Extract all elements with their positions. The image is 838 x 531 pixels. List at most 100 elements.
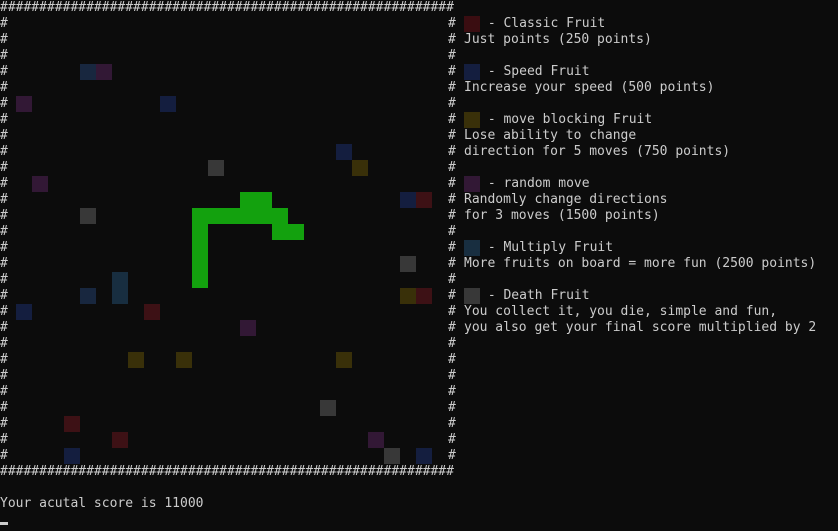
wall-char: # [448, 48, 456, 63]
speed-fruit [400, 192, 416, 208]
random-fruit-desc-2: for 3 moves (1500 points) [464, 208, 660, 223]
wall-char: # [0, 48, 8, 63]
wall-char: # [448, 272, 456, 287]
classic-fruit [112, 432, 128, 448]
wall-char: # [0, 320, 8, 335]
wall-char: # [0, 368, 8, 383]
random-fruit [16, 96, 32, 112]
wall-char: # [0, 208, 8, 223]
speed-fruit [80, 288, 96, 304]
wall-char: # [448, 288, 456, 303]
block-fruit [336, 352, 352, 368]
terminal-window: ########################################… [0, 0, 838, 531]
board-top-wall: ########################################… [0, 0, 454, 15]
snake-segment [192, 208, 288, 224]
speed-fruit-swatch [464, 64, 480, 80]
block-fruit [400, 288, 416, 304]
speed-fruit [416, 448, 432, 464]
wall-char: # [0, 128, 8, 143]
wall-char: # [448, 224, 456, 239]
wall-char: # [448, 160, 456, 175]
wall-char: # [448, 432, 456, 447]
wall-char: # [448, 368, 456, 383]
wall-char: # [448, 384, 456, 399]
speed-fruit [336, 144, 352, 160]
death-fruit-desc-2: you also get your final score multiplied… [464, 320, 817, 335]
speed-fruit [160, 96, 176, 112]
wall-char: # [0, 416, 8, 431]
block-fruit-desc-2: direction for 5 moves (750 points) [464, 144, 731, 159]
wall-char: # [448, 64, 456, 79]
classic-fruit-swatch [464, 16, 480, 32]
multiply-fruit [112, 272, 128, 288]
random-fruit [368, 432, 384, 448]
board-bottom-wall: ########################################… [0, 464, 454, 479]
snake-segment [272, 224, 304, 240]
wall-char: # [0, 384, 8, 399]
wall-char: # [448, 32, 456, 47]
death-fruit-desc-1: You collect it, you die, simple and fun, [464, 304, 778, 319]
wall-char: # [0, 112, 8, 127]
random-fruit-title: - random move [480, 176, 590, 191]
random-fruit-swatch [464, 176, 480, 192]
death-fruit-swatch [464, 288, 480, 304]
classic-fruit [64, 416, 80, 432]
wall-char: # [448, 112, 456, 127]
wall-char: # [0, 256, 8, 271]
death-fruit [384, 448, 400, 464]
wall-char: # [0, 224, 8, 239]
random-fruit [240, 320, 256, 336]
block-fruit [176, 352, 192, 368]
wall-char: # [448, 144, 456, 159]
death-fruit [208, 160, 224, 176]
classic-fruit [416, 288, 432, 304]
wall-char: # [0, 336, 8, 351]
wall-char: # [448, 128, 456, 143]
wall-char: # [0, 400, 8, 415]
death-fruit-title: - Death Fruit [480, 288, 590, 303]
multiply-fruit-swatch [464, 240, 480, 256]
wall-char: # [0, 80, 8, 95]
wall-char: # [0, 432, 8, 447]
wall-char: # [448, 320, 456, 335]
wall-char: # [0, 16, 8, 31]
classic-fruit-desc: Just points (250 points) [464, 32, 652, 47]
wall-char: # [448, 416, 456, 431]
wall-char: # [448, 304, 456, 319]
wall-char: # [0, 272, 8, 287]
wall-char: # [0, 240, 8, 255]
wall-char: # [448, 336, 456, 351]
wall-char: # [0, 304, 8, 319]
block-fruit-swatch [464, 112, 480, 128]
wall-char: # [0, 32, 8, 47]
block-fruit-desc-1: Lose ability to change [464, 128, 637, 143]
wall-char: # [0, 192, 8, 207]
multiply-fruit-desc: More fruits on board = more fun (2500 po… [464, 256, 817, 271]
random-fruit [96, 64, 112, 80]
snake-segment [240, 192, 272, 208]
death-fruit [400, 256, 416, 272]
wall-char: # [448, 96, 456, 111]
speed-fruit [80, 64, 96, 80]
wall-char: # [0, 64, 8, 79]
block-fruit [128, 352, 144, 368]
score-text: Your acutal score is 11000 [0, 496, 204, 511]
text-cursor [0, 522, 8, 525]
wall-char: # [448, 192, 456, 207]
speed-fruit-desc: Increase your speed (500 points) [464, 80, 715, 95]
wall-char: # [448, 80, 456, 95]
wall-char: # [0, 352, 8, 367]
wall-char: # [0, 144, 8, 159]
random-fruit-desc-1: Randomly change directions [464, 192, 668, 207]
block-fruit-title: - move blocking Fruit [480, 112, 653, 127]
multiply-fruit [112, 288, 128, 304]
wall-char: # [448, 400, 456, 415]
speed-fruit-title: - Speed Fruit [480, 64, 590, 79]
snake-segment [192, 224, 208, 288]
wall-char: # [0, 160, 8, 175]
wall-char: # [448, 256, 456, 271]
wall-char: # [448, 352, 456, 367]
death-fruit [320, 400, 336, 416]
classic-fruit [416, 192, 432, 208]
random-fruit [32, 176, 48, 192]
